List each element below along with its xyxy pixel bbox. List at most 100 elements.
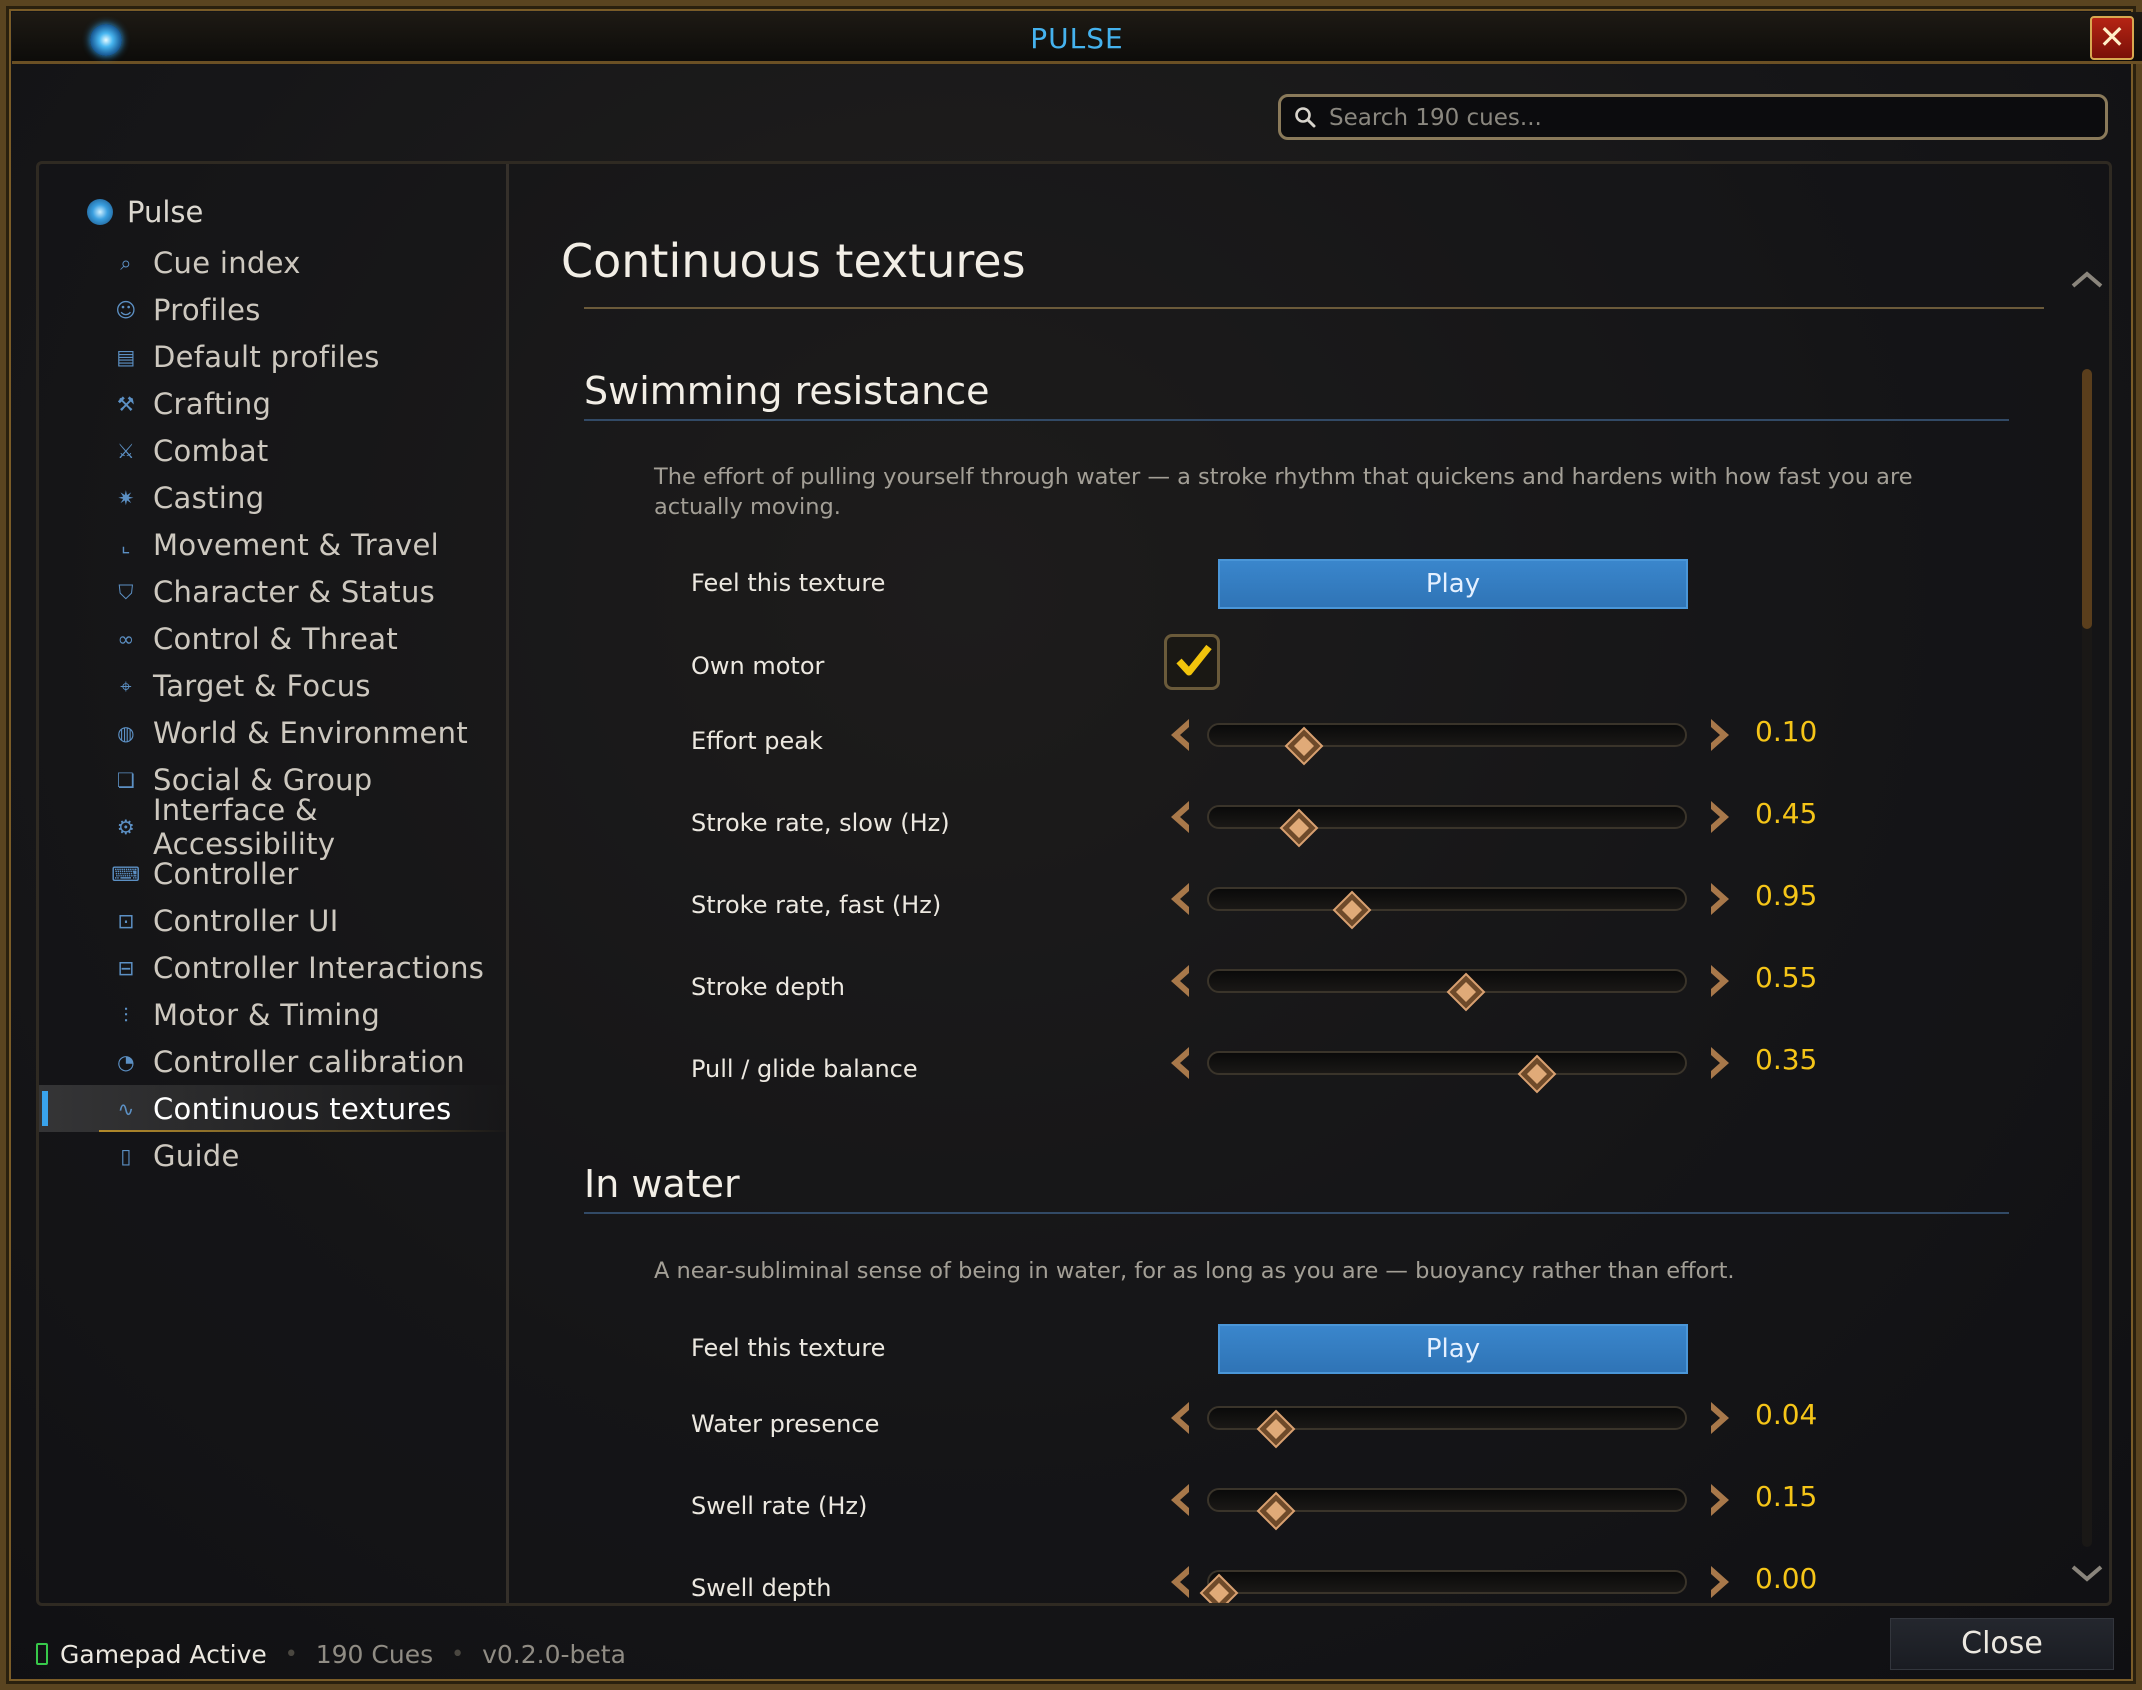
slider-label: Swell depth xyxy=(691,1574,832,1602)
play-button[interactable]: Play xyxy=(1218,559,1688,609)
increment-arrow-icon[interactable] xyxy=(1707,1564,1733,1600)
sidebar-item-continuous-textures[interactable]: ∿ Continuous textures xyxy=(39,1085,509,1132)
search-box[interactable] xyxy=(1278,94,2108,140)
slider-thumb[interactable] xyxy=(1256,1491,1296,1531)
slider-label: Swell rate (Hz) xyxy=(691,1492,868,1520)
increment-arrow-icon[interactable] xyxy=(1707,717,1733,753)
own-motor-label: Own motor xyxy=(691,652,825,680)
sidebar-item-label: Profiles xyxy=(153,292,261,327)
document-icon: ▤ xyxy=(116,344,136,369)
scrollbar-thumb[interactable] xyxy=(2082,369,2092,629)
slider-track[interactable] xyxy=(1207,969,1687,1012)
sidebar-item-combat[interactable]: ⚔ Combat xyxy=(39,427,509,474)
sidebar-item-movement-travel[interactable]: ⌞ Movement & Travel xyxy=(39,521,509,568)
increment-arrow-icon[interactable] xyxy=(1707,881,1733,917)
increment-arrow-icon[interactable] xyxy=(1707,1482,1733,1518)
scroll-up-icon[interactable] xyxy=(2067,264,2107,294)
decrement-arrow-icon[interactable] xyxy=(1167,717,1193,753)
slider-track[interactable] xyxy=(1207,1051,1687,1094)
sidebar-item-label: Control & Threat xyxy=(153,621,399,656)
sidebar-item-interface-accessibility[interactable]: ⚙ Interface & Accessibility xyxy=(39,793,509,861)
sidebar-item-controller-calibration[interactable]: ◔ Controller calibration xyxy=(39,1038,509,1085)
slider-track[interactable] xyxy=(1207,887,1687,930)
slider-thumb[interactable] xyxy=(1332,890,1372,930)
slider-track[interactable] xyxy=(1207,1488,1687,1531)
slider-value: 0.55 xyxy=(1755,961,1818,994)
slider-thumb[interactable] xyxy=(1446,972,1486,1012)
wave-icon: ∿ xyxy=(117,1096,135,1121)
gamepad-icon: ⌨ xyxy=(111,861,141,886)
close-button[interactable]: Close xyxy=(1890,1618,2114,1670)
slider-pull-glide-balance[interactable]: 0.35 xyxy=(1167,1041,1817,1094)
sidebar-item-casting[interactable]: ✷ Casting xyxy=(39,474,509,521)
slider-thumb[interactable] xyxy=(1284,726,1324,766)
increment-arrow-icon[interactable] xyxy=(1707,799,1733,835)
decrement-arrow-icon[interactable] xyxy=(1167,1400,1193,1436)
decrement-arrow-icon[interactable] xyxy=(1167,881,1193,917)
decrement-arrow-icon[interactable] xyxy=(1167,963,1193,999)
slider-water-presence[interactable]: 0.04 xyxy=(1167,1396,1817,1449)
sidebar-item-guide[interactable]: ▯ Guide xyxy=(39,1132,509,1179)
slider-thumb[interactable] xyxy=(1517,1054,1557,1094)
sidebar-item-world-environment[interactable]: ◍ World & Environment xyxy=(39,709,509,756)
decrement-arrow-icon[interactable] xyxy=(1167,1045,1193,1081)
slider-swell-rate-hz[interactable]: 0.15 xyxy=(1167,1478,1817,1531)
slider-track[interactable] xyxy=(1207,723,1687,766)
status-bar: Gamepad Active • 190 Cues • v0.2.0-beta xyxy=(36,1634,626,1674)
scroll-down-icon[interactable] xyxy=(2067,1559,2107,1589)
decrement-arrow-icon[interactable] xyxy=(1167,1482,1193,1518)
slider-track[interactable] xyxy=(1199,1570,1687,1603)
increment-arrow-icon[interactable] xyxy=(1707,1045,1733,1081)
slider-label: Water presence xyxy=(691,1410,880,1438)
crosshair-icon: ⌖ xyxy=(120,673,132,698)
section-divider xyxy=(584,1212,2009,1214)
sidebar-item-controller-ui[interactable]: ⊡ Controller UI xyxy=(39,897,509,944)
increment-arrow-icon[interactable] xyxy=(1707,963,1733,999)
slider-thumb[interactable] xyxy=(1256,1409,1296,1449)
anvil-icon: ⚒ xyxy=(116,391,136,416)
slider-track[interactable] xyxy=(1207,1406,1687,1449)
version-label: v0.2.0-beta xyxy=(482,1639,626,1669)
sidebar-item-cue-index[interactable]: ⌕ Cue index xyxy=(39,239,509,286)
controller-ui-icon: ⊡ xyxy=(117,908,135,933)
sidebar-root-pulse[interactable]: Pulse xyxy=(87,192,203,232)
close-icon[interactable]: ✕ xyxy=(2090,16,2134,60)
pulse-orb-icon xyxy=(87,199,113,225)
window-title: PULSE xyxy=(1030,22,1124,55)
slider-stroke-rate-slow-hz[interactable]: 0.45 xyxy=(1167,795,1817,848)
sidebar: Pulse ⌕ Cue index ☺ Profiles ▤ Default profil… xyxy=(39,164,509,1603)
sidebar-item-profiles[interactable]: ☺ Profiles xyxy=(39,286,509,333)
play-button[interactable]: Play xyxy=(1218,1324,1688,1374)
slider-effort-peak[interactable]: 0.10 xyxy=(1167,713,1817,766)
search-input[interactable] xyxy=(1329,103,2099,133)
sidebar-item-default-profiles[interactable]: ▤ Default profiles xyxy=(39,333,509,380)
controller-interactions-icon: ⊟ xyxy=(117,955,135,980)
sidebar-item-control-threat[interactable]: ∞ Control & Threat xyxy=(39,615,509,662)
sidebar-item-controller[interactable]: ⌨ Controller xyxy=(39,850,509,897)
cue-count: 190 Cues xyxy=(315,1639,434,1669)
sidebar-item-controller-interactions[interactable]: ⊟ Controller Interactions xyxy=(39,944,509,991)
section-divider xyxy=(584,419,2009,421)
addon-window: PULSE ✕ Pulse ⌕ Cue index ☺ Profiles ▤ Defaul… xyxy=(0,0,2142,1690)
decrement-arrow-icon[interactable] xyxy=(1167,1564,1193,1600)
sidebar-item-motor-timing[interactable]: ⫶ Motor & Timing xyxy=(39,991,509,1038)
increment-arrow-icon[interactable] xyxy=(1707,1400,1733,1436)
section-title: In water xyxy=(584,1162,740,1206)
decrement-arrow-icon[interactable] xyxy=(1167,799,1193,835)
slider-thumb[interactable] xyxy=(1279,808,1319,848)
status-separator: • xyxy=(451,1641,465,1667)
sidebar-item-label: Character & Status xyxy=(153,574,436,609)
title-bar[interactable]: PULSE ✕ xyxy=(12,12,2142,64)
slider-track[interactable] xyxy=(1207,805,1687,848)
sidebar-item-target-focus[interactable]: ⌖ Target & Focus xyxy=(39,662,509,709)
slider-label: Pull / glide balance xyxy=(691,1055,918,1083)
slider-swell-depth[interactable]: 0.00 xyxy=(1167,1560,1817,1603)
main-content[interactable]: Continuous textures Swimming resistance T… xyxy=(509,164,2109,1603)
sidebar-item-character-status[interactable]: ⛉ Character & Status xyxy=(39,568,509,615)
own-motor-checkbox[interactable] xyxy=(1164,634,1220,690)
slider-thumb[interactable] xyxy=(1199,1573,1239,1603)
slider-stroke-depth[interactable]: 0.55 xyxy=(1167,959,1817,1012)
sidebar-item-crafting[interactable]: ⚒ Crafting xyxy=(39,380,509,427)
slider-stroke-rate-fast-hz[interactable]: 0.95 xyxy=(1167,877,1817,930)
checkmark-icon xyxy=(1176,644,1212,676)
